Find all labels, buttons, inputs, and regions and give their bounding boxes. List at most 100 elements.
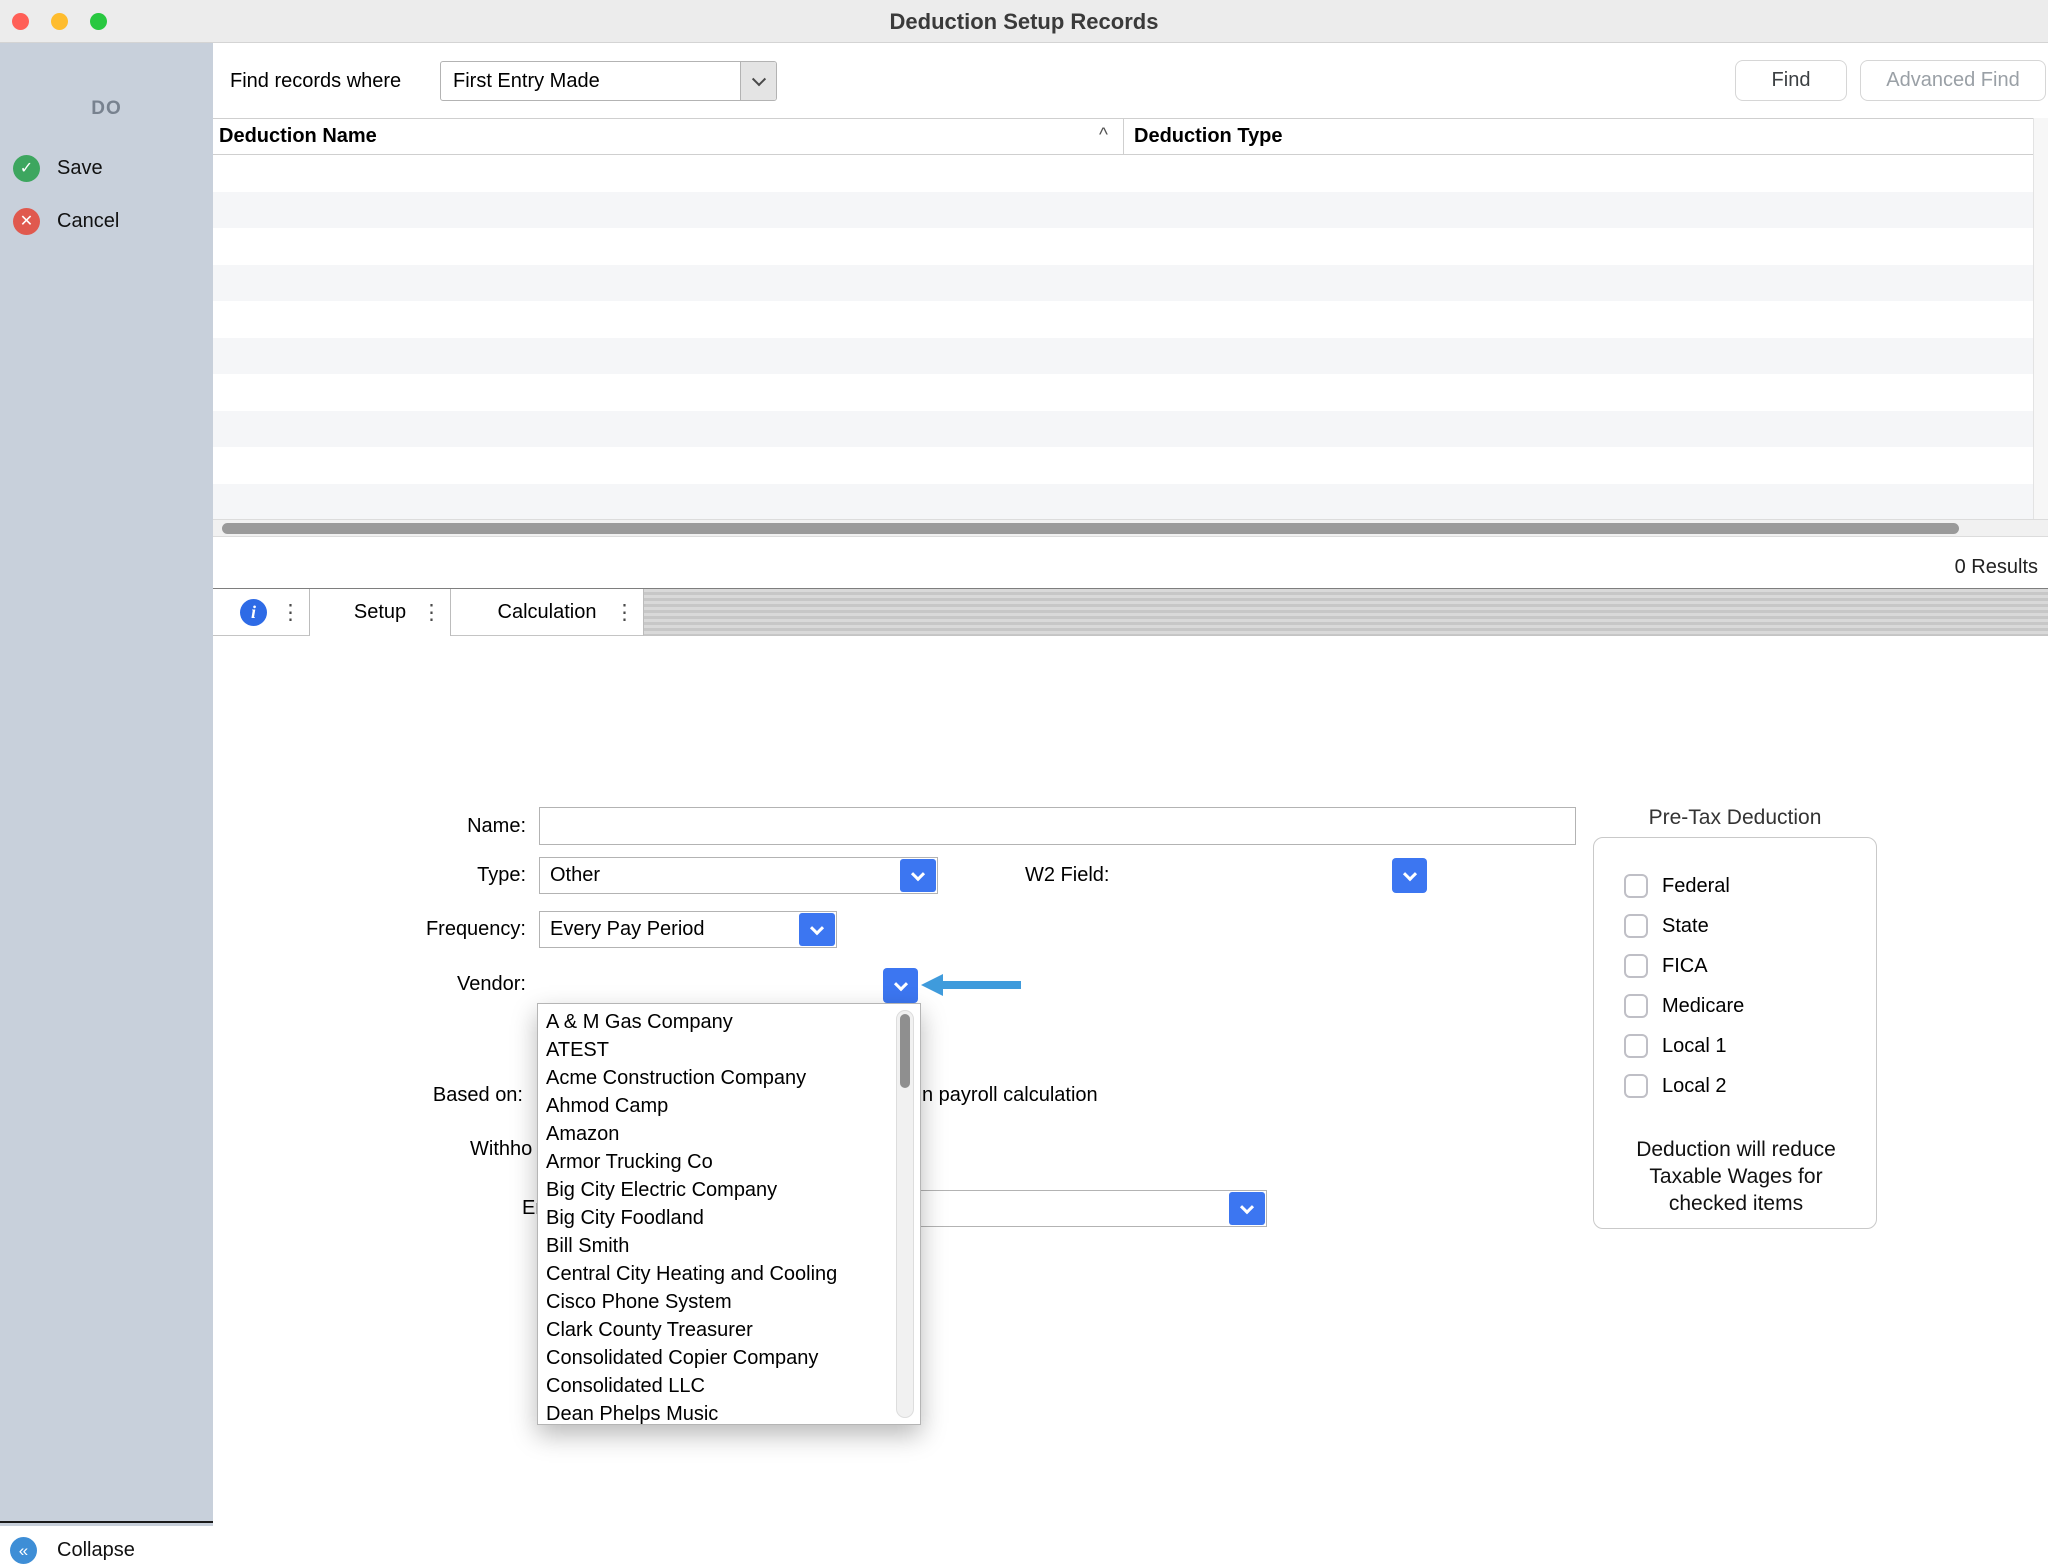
advanced-find-button[interactable]: Advanced Find: [1860, 60, 2046, 101]
tab-bar-stripes: [644, 589, 2048, 636]
pretax-note: Deduction will reduce Taxable Wages for …: [1626, 1136, 1846, 1217]
x-circle-icon: ✕: [13, 208, 40, 235]
save-label: Save: [57, 155, 103, 182]
vendor-option[interactable]: Big City Electric Company: [538, 1176, 920, 1204]
table-row: [213, 447, 2048, 484]
title-bar: Deduction Setup Records: [0, 0, 2048, 43]
pretax-checkbox-row: Medicare: [1624, 986, 1868, 1026]
sidebar-header: DO: [0, 98, 213, 120]
column-header-deduction-type[interactable]: Deduction Type: [1134, 119, 1283, 154]
checkbox[interactable]: [1624, 954, 1648, 978]
checkbox[interactable]: [1624, 1074, 1648, 1098]
pointer-arrow-icon: [919, 972, 1023, 998]
table-row: [213, 265, 2048, 302]
checkbox[interactable]: [1624, 994, 1648, 1018]
tab-bar: i ⋮ Setup ⋮ Calculation ⋮: [213, 588, 2048, 636]
cancel-button[interactable]: ✕ Cancel: [0, 206, 213, 237]
pretax-checkbox-row: State: [1624, 906, 1868, 946]
results-table-body: [213, 155, 2048, 520]
collapse-button[interactable]: « Collapse: [0, 1535, 213, 1566]
chevron-down-icon: [751, 72, 765, 86]
vendor-option[interactable]: Bill Smith: [538, 1232, 920, 1260]
checkbox[interactable]: [1624, 914, 1648, 938]
pretax-checkbox-row: Local 2: [1624, 1066, 1868, 1106]
results-count: 0 Results: [1955, 556, 2038, 579]
check-circle-icon: ✓: [13, 155, 40, 182]
save-button[interactable]: ✓ Save: [0, 153, 213, 184]
chevron-down-icon: [1402, 867, 1416, 881]
table-row: [213, 192, 2048, 229]
vendor-option[interactable]: Consolidated Copier Company: [538, 1344, 920, 1372]
table-row: [213, 484, 2048, 521]
vendor-option[interactable]: Acme Construction Company: [538, 1064, 920, 1092]
horizontal-scrollbar-thumb[interactable]: [222, 523, 1959, 534]
checkbox-label: Local 2: [1662, 1075, 1727, 1098]
employer-dropdown-button[interactable]: [1229, 1192, 1265, 1225]
w2-field-dropdown-button[interactable]: [1392, 858, 1427, 893]
frequency-label: Frequency:: [326, 911, 526, 948]
based-on-label: Based on:: [323, 1076, 523, 1114]
type-value: Other: [550, 858, 600, 893]
frequency-value: Every Pay Period: [550, 912, 705, 947]
vendor-dropdown-list: A & M Gas CompanyATESTAcme Construction …: [537, 1003, 921, 1425]
frequency-dropdown[interactable]: Every Pay Period: [539, 911, 837, 948]
chevron-down-icon: [810, 921, 824, 935]
vendor-dropdown-button[interactable]: [883, 968, 918, 1003]
drag-handle-icon[interactable]: ⋮: [421, 589, 442, 636]
name-input[interactable]: [539, 807, 1576, 845]
checkbox-label: Local 1: [1662, 1035, 1727, 1058]
type-dropdown[interactable]: Other: [539, 857, 938, 894]
column-divider: [1123, 119, 1124, 154]
checkbox-label: Federal: [1662, 875, 1730, 898]
type-dropdown-button[interactable]: [900, 859, 936, 892]
sort-ascending-icon[interactable]: ^: [1099, 119, 1108, 152]
table-row: [213, 228, 2048, 265]
tab-setup[interactable]: Setup ⋮: [310, 589, 451, 636]
vendor-option[interactable]: Cisco Phone System: [538, 1288, 920, 1316]
checkbox[interactable]: [1624, 874, 1648, 898]
popup-scrollbar-thumb[interactable]: [900, 1014, 910, 1088]
pretax-checkbox-row: FICA: [1624, 946, 1868, 986]
vertical-scrollbar-track[interactable]: [2033, 118, 2048, 520]
w2-field-label: W2 Field:: [1025, 857, 1109, 894]
withholding-label: Withho: [470, 1130, 532, 1168]
checkbox-label: State: [1662, 915, 1709, 938]
vendor-option[interactable]: Dean Phelps Music: [538, 1400, 920, 1428]
vendor-option[interactable]: ATEST: [538, 1036, 920, 1064]
find-field-dropdown[interactable]: First Entry Made: [440, 61, 777, 101]
chevron-down-icon: [911, 867, 925, 881]
tab-calculation[interactable]: Calculation ⋮: [451, 589, 644, 636]
popup-scrollbar-track[interactable]: [896, 1010, 914, 1418]
table-row: [213, 301, 2048, 338]
window-title: Deduction Setup Records: [0, 0, 2048, 43]
vendor-option[interactable]: Armor Trucking Co: [538, 1148, 920, 1176]
vendor-option[interactable]: Consolidated LLC: [538, 1372, 920, 1400]
record-info-cell: i ⋮: [213, 589, 310, 636]
pretax-panel: Federal State FICA Medicare Local 1: [1593, 837, 1877, 1229]
drag-handle-icon[interactable]: ⋮: [614, 589, 635, 636]
frequency-dropdown-button[interactable]: [799, 913, 835, 946]
vendor-option[interactable]: Big City Foodland: [538, 1204, 920, 1232]
table-row: [213, 155, 2048, 192]
sidebar: DO ✓ Save ✕ Cancel « Collapse: [0, 43, 213, 1526]
based-on-text: n payroll calculation: [922, 1076, 1098, 1114]
vendor-option[interactable]: A & M Gas Company: [538, 1008, 920, 1036]
vendor-option[interactable]: Central City Heating and Cooling: [538, 1260, 920, 1288]
pretax-checkbox-row: Local 1: [1624, 1026, 1868, 1066]
find-field-value: First Entry Made: [453, 62, 600, 100]
table-row: [213, 411, 2048, 448]
find-button[interactable]: Find: [1735, 60, 1847, 101]
horizontal-scrollbar-track[interactable]: [213, 519, 2048, 537]
checkbox-label: Medicare: [1662, 995, 1744, 1018]
checkbox[interactable]: [1624, 1034, 1648, 1058]
table-row: [213, 374, 2048, 411]
vendor-option[interactable]: Clark County Treasurer: [538, 1316, 920, 1344]
sidebar-divider: [0, 1521, 213, 1523]
drag-handle-icon[interactable]: ⋮: [280, 589, 301, 636]
vendor-option[interactable]: Ahmod Camp: [538, 1092, 920, 1120]
pretax-title: Pre-Tax Deduction: [1593, 806, 1877, 830]
column-header-deduction-name[interactable]: Deduction Name: [219, 119, 377, 154]
info-icon[interactable]: i: [240, 599, 267, 626]
pretax-checkbox-list: Federal State FICA Medicare Local 1: [1624, 866, 1868, 1106]
vendor-option[interactable]: Amazon: [538, 1120, 920, 1148]
